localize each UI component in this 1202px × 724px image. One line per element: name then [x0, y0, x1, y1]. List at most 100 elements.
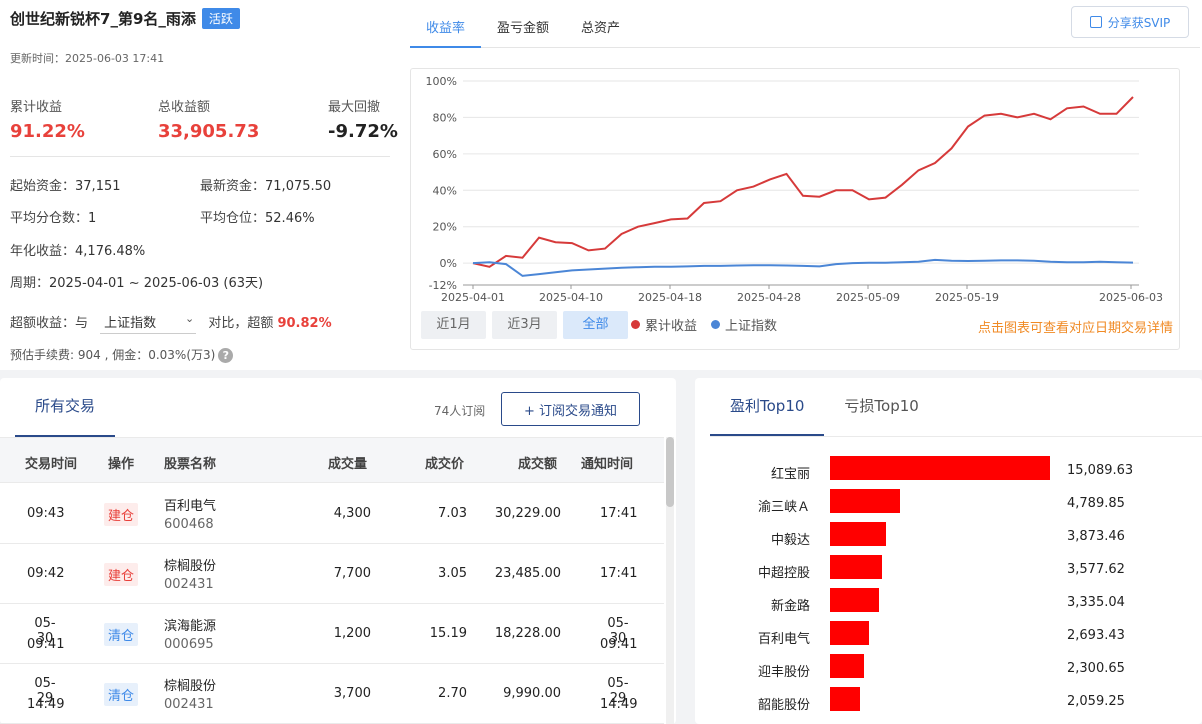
bar-fill[interactable] [830, 489, 900, 513]
stock-code: 002431 [164, 697, 214, 712]
range-all-button[interactable]: 全部 [563, 311, 628, 339]
legend-item-return[interactable]: 累计收益 [631, 315, 697, 334]
x-tick-label: 2025-05-09 [836, 291, 900, 304]
legend-dot [711, 320, 721, 329]
bar-label: 渝三峡Ａ [757, 500, 810, 515]
stat-max-drawdown: 最大回撤 -9.72% [328, 96, 398, 142]
bar-row[interactable]: 渝三峡Ａ 4,789.85 [695, 489, 1202, 522]
range-3m-button[interactable]: 近3月 [492, 311, 557, 339]
x-tick-label: 2025-06-03 [1099, 291, 1163, 304]
tab-profit-top10[interactable]: 盈利Top10 [710, 378, 825, 436]
bar-fill[interactable] [830, 522, 887, 546]
trade-price: 3.05 [438, 566, 467, 581]
help-icon[interactable]: ? [218, 348, 234, 363]
table-row[interactable]: 09:43 建仓 百利电气 600468 4,300 7.03 30,229.00 17:41 [0, 484, 664, 544]
update-value: 2025-06-03 17:41 [65, 52, 165, 65]
top-panel: 创世纪新锐杯7_第9名_雨添 活跃 更新时间：2025-06-03 17:41 … [0, 0, 1202, 370]
series-line-cumulative-return [472, 96, 1134, 268]
bar-fill[interactable] [830, 456, 1050, 480]
start-capital-value: 37,151 [75, 179, 121, 194]
y-tick-label: 60% [433, 148, 457, 161]
index-select[interactable]: 上证指数 ⌄ [100, 310, 197, 334]
bar-fill[interactable] [830, 621, 870, 645]
legend-item-index[interactable]: 上证指数 [711, 315, 777, 334]
trade-qty: 1,200 [333, 626, 371, 641]
tab-profit-amount[interactable]: 盈亏金额 [481, 16, 565, 48]
bar-row[interactable]: 中超控股 3,577.62 [695, 555, 1202, 588]
return-chart[interactable]: 100% 80% 60% 40% 20% 0% -12% 2025-04-01 2025-04-… [410, 68, 1180, 350]
notify-time: 14:49 [600, 697, 638, 712]
tab-loss-top10[interactable]: 亏损Top10 [824, 378, 938, 436]
trade-amount: 30,229.00 [494, 506, 561, 521]
bar-row[interactable]: 迎丰股份 2,300.65 [695, 654, 1202, 687]
bar-row[interactable]: 百利电气 2,693.43 [695, 621, 1202, 654]
x-tick-label: 2025-04-18 [638, 291, 702, 304]
bar-label: 百利电气 [757, 632, 810, 647]
page-title: 创世纪新锐杯7_第9名_雨添 [10, 10, 196, 28]
x-tick-label: 2025-04-10 [539, 291, 603, 304]
bar-label: 红宝丽 [770, 467, 810, 482]
chart-legend: 累计收益 上证指数 [631, 315, 791, 334]
range-1m-button[interactable]: 近1月 [421, 311, 486, 339]
top10-panel: 盈利Top10 亏损Top10 红宝丽 15,089.63 渝三峡Ａ 4,789.85… [695, 378, 1202, 724]
y-tick-label: 0% [440, 257, 457, 270]
share-icon [1089, 16, 1102, 28]
bar-fill[interactable] [830, 687, 861, 711]
start-capital-label: 起始资金： [10, 179, 76, 194]
bar-row[interactable]: 中毅达 3,873.46 [695, 522, 1202, 555]
update-label: 更新时间： [10, 52, 65, 65]
notify-time: 09:41 [600, 637, 638, 652]
chart-svg[interactable]: 100%80%60%40%20%0%-12%2025-04-01 2025-04-… [411, 69, 1179, 309]
stat-label: 累计收益 [10, 100, 63, 115]
scrollbar-thumb[interactable] [666, 437, 674, 507]
share-label: 分享获SVIP [1107, 15, 1171, 30]
tab-total-assets[interactable]: 总资产 [565, 16, 636, 48]
trades-tabs: 所有交易 [15, 378, 116, 437]
latest-capital-value: 71,075.50 [265, 179, 332, 194]
trade-price: 15.19 [429, 626, 467, 641]
bar-row[interactable]: 新金路 3,335.04 [695, 588, 1202, 621]
op-badge: 建仓 [104, 503, 139, 526]
excess-return: 超额收益：与 上证指数 ⌄ 对比，超额 90.82% [10, 310, 332, 334]
avg-split-value: 1 [88, 211, 97, 226]
bar-fill[interactable] [830, 555, 883, 579]
col-op: 操作 [108, 457, 135, 472]
chart-hint: 点击图表可查看对应日期交易详情 [977, 321, 1173, 336]
period-value: 2025-04-01 ~ 2025-06-03 (63天) [49, 276, 264, 291]
bar-value: 15,089.63 [1067, 463, 1134, 478]
tab-return-rate[interactable]: 收益率 [410, 16, 482, 48]
bar-value: 2,059.25 [1067, 694, 1125, 709]
col-price: 成交价 [425, 457, 465, 472]
latest-capital-label: 最新资金： [200, 179, 266, 194]
subscribe-button[interactable]: + 订阅交易通知 [501, 392, 640, 426]
bar-label: 迎丰股份 [757, 665, 810, 680]
update-time: 更新时间：2025-06-03 17:41 [10, 50, 164, 66]
annual-value: 4,176.48% [75, 244, 146, 259]
avg-position-label: 平均仓位： [200, 211, 266, 226]
x-tick-label: 2025-05-19 [935, 291, 999, 304]
table-row[interactable]: 05-29 14:49 清仓 棕榈股份 002431 3,700 2.70 9,990.00 0… [0, 664, 664, 724]
table-row[interactable]: 09:42 建仓 棕榈股份 002431 7,700 3.05 23,485.00 17:41 [0, 544, 664, 604]
avg-split: 平均分仓数：1 [10, 207, 96, 226]
tab-all-trades[interactable]: 所有交易 [15, 378, 116, 437]
bar-value: 3,873.46 [1067, 529, 1125, 544]
stock-code: 600468 [164, 517, 214, 532]
stat-value: 91.22% [10, 121, 85, 142]
divider [10, 156, 390, 157]
bar-value: 3,577.62 [1067, 562, 1125, 577]
series-line-index [472, 258, 1134, 277]
trade-time: 09:42 [27, 566, 65, 581]
share-svip-button[interactable]: 分享获SVIP [1071, 6, 1189, 38]
bar-row[interactable]: 红宝丽 15,089.63 [695, 456, 1202, 489]
bar-fill[interactable] [830, 654, 864, 678]
account-summary: 创世纪新锐杯7_第9名_雨添 活跃 更新时间：2025-06-03 17:41 … [0, 0, 400, 370]
table-row[interactable]: 05-30 09:41 清仓 滨海能源 000695 1,200 15.19 18,228.0… [0, 604, 664, 664]
col-name: 股票名称 [164, 457, 217, 472]
stock-name: 棕榈股份 [164, 679, 217, 694]
trades-table-header: 交易时间 操作 股票名称 成交量 成交价 成交额 通知时间 [0, 437, 664, 483]
trades-scrollbar[interactable] [666, 437, 674, 724]
bar-row[interactable]: 韶能股份 2,059.25 [695, 687, 1202, 720]
y-tick-label: 80% [433, 111, 457, 124]
bar-fill[interactable] [830, 588, 879, 612]
avg-split-label: 平均分仓数： [10, 211, 89, 226]
